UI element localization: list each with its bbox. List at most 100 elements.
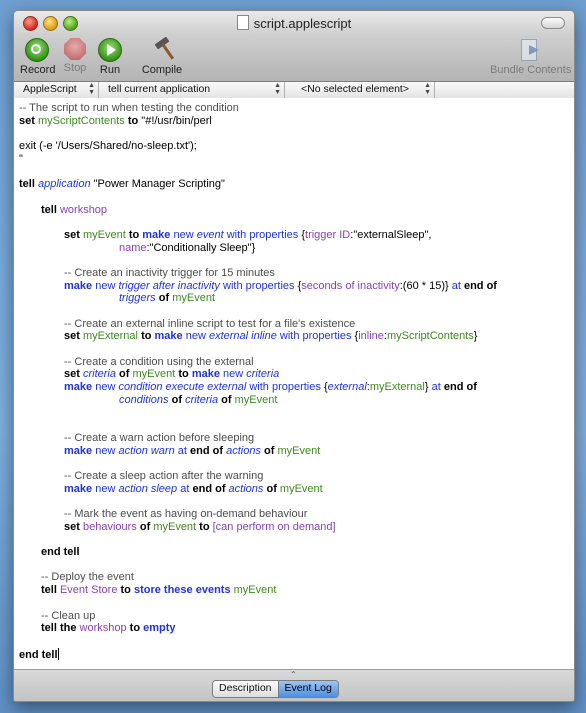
code-line: " (19, 152, 23, 165)
code-token: name (119, 241, 147, 254)
code-line: make new trigger after inactivity with p… (19, 280, 497, 293)
target-popup[interactable]: tell current application ▲ ▼ (99, 82, 285, 98)
tab-description[interactable]: Description (213, 681, 278, 697)
code-token: myEvent (153, 520, 197, 533)
code-token: make (64, 279, 93, 292)
code-token: myEvent (233, 584, 277, 597)
code-comment: -- Create a sleep action after the warni… (64, 469, 264, 482)
code-token: external inline (208, 330, 277, 343)
code-token: myEvent (82, 228, 126, 241)
code-token: myEvent (277, 444, 321, 457)
code-token: myEvent (132, 368, 176, 381)
code-token: end of (463, 279, 497, 292)
code-token: action sleep (118, 482, 178, 495)
stop-button: Stop (60, 38, 90, 74)
code-token: set (64, 368, 80, 381)
code-token: make (64, 444, 93, 457)
code-line: make new condition execute external with… (19, 381, 497, 394)
code-token: set (19, 114, 35, 127)
code-token: to (128, 228, 140, 241)
code-token: empty (143, 622, 176, 635)
code-token: new (95, 444, 116, 457)
language-value: AppleScript (23, 83, 77, 95)
run-button[interactable]: Run (96, 38, 124, 76)
bundle-contents-label: Bundle Contents (490, 64, 572, 76)
element-value: <No selected element> (301, 83, 409, 95)
code-token: tell (41, 203, 57, 216)
code-token: of (264, 444, 275, 457)
run-label: Run (99, 64, 121, 76)
code-token: [can perform on demand] (212, 520, 336, 533)
code-token: to (178, 368, 189, 381)
code-token: end of (192, 482, 226, 495)
window-title: script.applescript (253, 16, 352, 31)
code-token: to (199, 520, 210, 533)
script-editor[interactable]: -- The script to run when testing the co… (14, 98, 574, 670)
bundle-contents-button[interactable]: Bundle Contents (490, 38, 572, 76)
code-token: myExternal (82, 330, 138, 343)
code-token: criteria (82, 368, 116, 381)
run-icon (98, 38, 122, 62)
code-token: of (171, 393, 182, 406)
code-token: application (37, 178, 91, 191)
code-comment: -- Create an external inline script to t… (64, 317, 356, 330)
code-line: tell the workshop to empty (19, 622, 497, 635)
code-comment: -- Mark the event as having on-demand be… (64, 508, 308, 520)
code-comment: -- Deploy the event (41, 571, 134, 584)
script-text[interactable]: -- The script to run when testing the co… (19, 102, 497, 661)
code-line: make new action sleep at end of actions … (19, 483, 497, 496)
code-token: tell (41, 584, 57, 597)
code-token: workshop (59, 203, 108, 216)
code-token: of (119, 368, 130, 381)
code-token: triggers (119, 292, 156, 305)
code-token: actions (226, 444, 261, 457)
code-token: store these events (133, 584, 231, 597)
code-line: end tell (19, 647, 497, 661)
code-token: with properties (249, 381, 321, 394)
code-token: conditions (119, 393, 169, 406)
code-token: event (196, 228, 224, 241)
code-token: make (64, 381, 93, 394)
code-comment: -- Create a warn action before sleeping (64, 431, 255, 444)
code-line: tell workshop (19, 204, 497, 217)
code-line: exit (-e '/Users/Shared/no-sleep.txt'); (19, 140, 197, 153)
title-bar[interactable]: script.applescript (14, 11, 574, 35)
code-token: behaviours (82, 520, 137, 533)
code-token: tell the (41, 622, 77, 635)
code-token: of (266, 482, 277, 495)
log-segmented-control[interactable]: Description Event Log (212, 680, 339, 698)
toolbar-toggle-button[interactable] (541, 17, 565, 29)
record-button[interactable]: Record (20, 38, 55, 76)
code-token: "#!/usr/bin/perl (141, 114, 212, 127)
code-line: tell Event Store to store these events m… (19, 584, 497, 597)
bundle-contents-icon (519, 38, 541, 62)
code-line: set criteria of myEvent to make new crit… (19, 368, 497, 381)
code-line: triggers of myEvent (19, 292, 497, 305)
language-popup[interactable]: AppleScript ▲ ▼ (14, 82, 99, 98)
code-token: myScriptContents (386, 330, 474, 343)
code-token: new (223, 368, 244, 381)
code-comment: -- Create a condition using the external (64, 355, 254, 368)
code-token: with properties (226, 228, 299, 241)
document-proxy-icon[interactable] (236, 15, 249, 30)
code-token: of (158, 292, 170, 305)
compile-button[interactable]: Compile (140, 36, 184, 76)
code-token: make (142, 228, 171, 241)
code-token: to (127, 114, 139, 127)
code-token: :"externalSleep", (350, 228, 432, 241)
element-popup[interactable]: <No selected element> ▲ ▼ (285, 82, 435, 98)
tab-event-log[interactable]: Event Log (277, 681, 338, 697)
code-token: trigger ID (305, 228, 351, 241)
code-token: Event Store (59, 584, 118, 597)
code-token: make (191, 368, 220, 381)
code-token: external (327, 381, 367, 394)
split-view-handle-icon[interactable]: ⌃ (290, 670, 297, 679)
code-token: "Power Manager Scripting" (93, 178, 225, 191)
code-token: :"Conditionally Sleep"} (146, 241, 256, 254)
toolbar: Record Stop Run Compile Bundle Contents (14, 35, 574, 82)
bottom-bar: ⌃ Description Event Log (14, 670, 574, 701)
hammer-icon (149, 36, 175, 62)
code-token: make (64, 482, 93, 495)
stop-label: Stop (63, 62, 87, 74)
code-comment: -- Clean up (41, 609, 96, 622)
